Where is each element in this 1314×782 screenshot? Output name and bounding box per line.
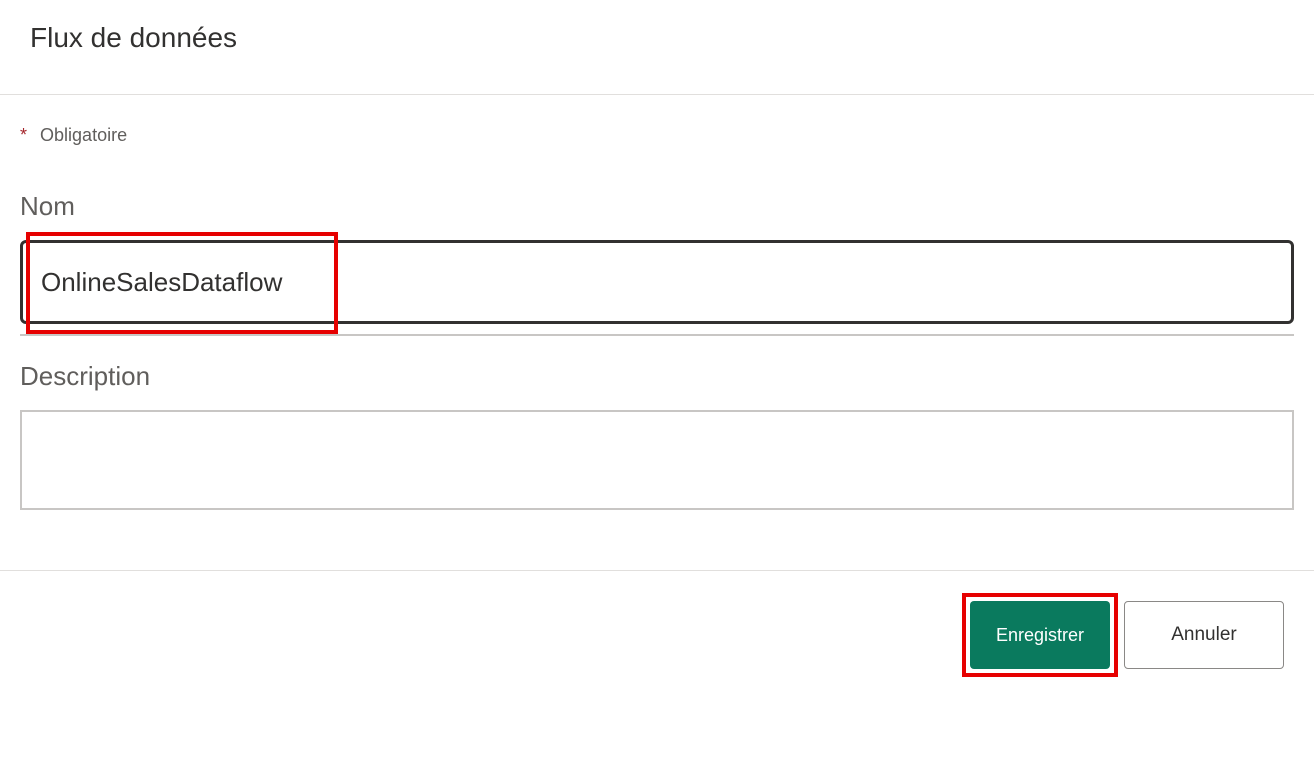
form-body: * Obligatoire Nom Description (0, 95, 1314, 570)
description-field-block: Description (20, 361, 1294, 515)
description-input[interactable] (20, 410, 1294, 510)
dialog-header: Flux de données (0, 0, 1314, 94)
name-input-wrap (20, 240, 1294, 324)
description-label: Description (20, 361, 1294, 392)
name-underline (20, 334, 1294, 336)
save-button-wrap: Enregistrer (970, 601, 1110, 669)
dialog-title: Flux de données (30, 22, 1284, 54)
name-field-block: Nom (20, 191, 1294, 336)
save-button[interactable]: Enregistrer (970, 601, 1110, 669)
required-asterisk-icon: * (20, 125, 27, 145)
cancel-button[interactable]: Annuler (1124, 601, 1284, 669)
name-label: Nom (20, 191, 1294, 222)
required-label: Obligatoire (40, 125, 127, 145)
name-input[interactable] (20, 240, 1294, 324)
required-note: * Obligatoire (20, 125, 1294, 146)
dialog-footer: Enregistrer Annuler (0, 571, 1314, 669)
